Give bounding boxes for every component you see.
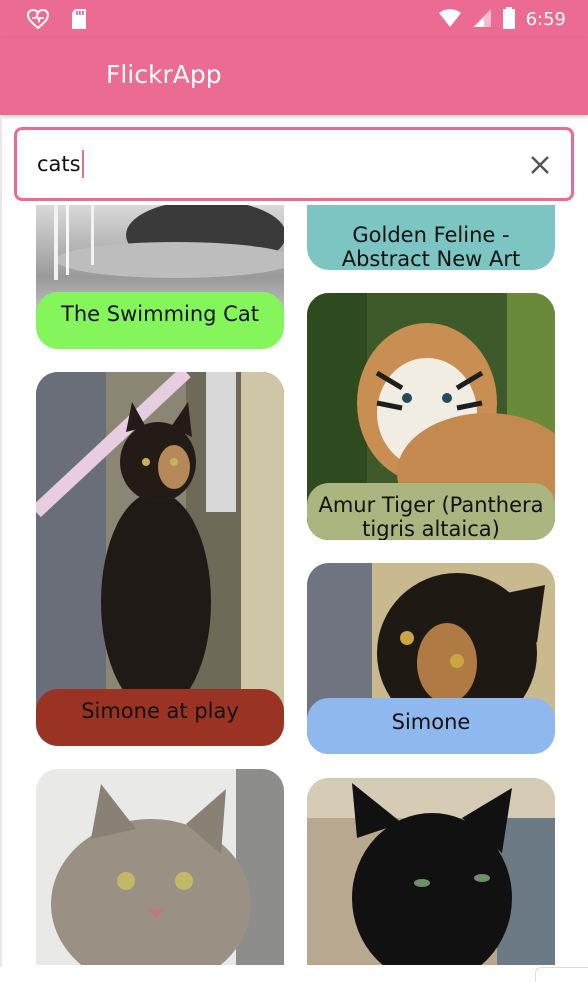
photo-caption: The Swimming Cat [36, 292, 284, 349]
photo-image [307, 778, 555, 965]
photo-image [36, 769, 284, 965]
photo-card[interactable]: Simone at play [36, 372, 284, 746]
caption-text: Amur Tiger (Panthera tigris altaica) [318, 493, 544, 540]
photo-caption: Simone [307, 698, 555, 754]
photo-caption: Simone at play [36, 689, 284, 746]
photo-card[interactable]: Simone [307, 563, 555, 754]
battery-icon [502, 6, 516, 34]
bottom-edge [0, 967, 588, 982]
photo-grid[interactable]: The Swimming Cat Golden Feline - Abstrac… [0, 205, 588, 965]
sd-card-icon [70, 8, 88, 34]
photo-card[interactable]: Amur Tiger (Panthera tigris altaica) [307, 293, 555, 540]
caption-text: The Swimming Cat [61, 302, 259, 326]
app-bar: FlickrApp [0, 38, 588, 115]
caption-text: Simone [391, 710, 471, 734]
caption-text: Golden Feline - Abstract New Art [341, 223, 521, 270]
photo-card[interactable] [36, 769, 284, 965]
app-title: FlickrApp [106, 60, 222, 89]
search-input[interactable]: cats [37, 152, 81, 176]
search-text-wrap: cats [37, 149, 84, 179]
status-right-icons: 6:59 [438, 6, 566, 34]
heart-monitor-icon [26, 7, 50, 35]
status-left-icons [26, 7, 88, 35]
screen: 6:59 FlickrApp cats The Swimming Cat Gol… [0, 0, 588, 982]
photo-card[interactable]: The Swimming Cat [36, 205, 284, 349]
status-bar: 6:59 [0, 0, 588, 38]
photo-caption: Golden Feline - Abstract New Art [307, 205, 555, 270]
search-field[interactable]: cats [14, 127, 574, 201]
text-cursor [81, 150, 84, 178]
corner-tab [535, 967, 588, 982]
caption-text: Simone at play [81, 699, 239, 723]
photo-card[interactable]: Golden Feline - Abstract New Art [307, 205, 555, 270]
clock: 6:59 [525, 9, 566, 30]
photo-caption: Amur Tiger (Panthera tigris altaica) [307, 483, 555, 540]
photo-card[interactable] [307, 778, 555, 965]
wifi-icon [438, 7, 462, 33]
signal-icon [472, 7, 492, 33]
close-icon[interactable] [525, 150, 555, 180]
